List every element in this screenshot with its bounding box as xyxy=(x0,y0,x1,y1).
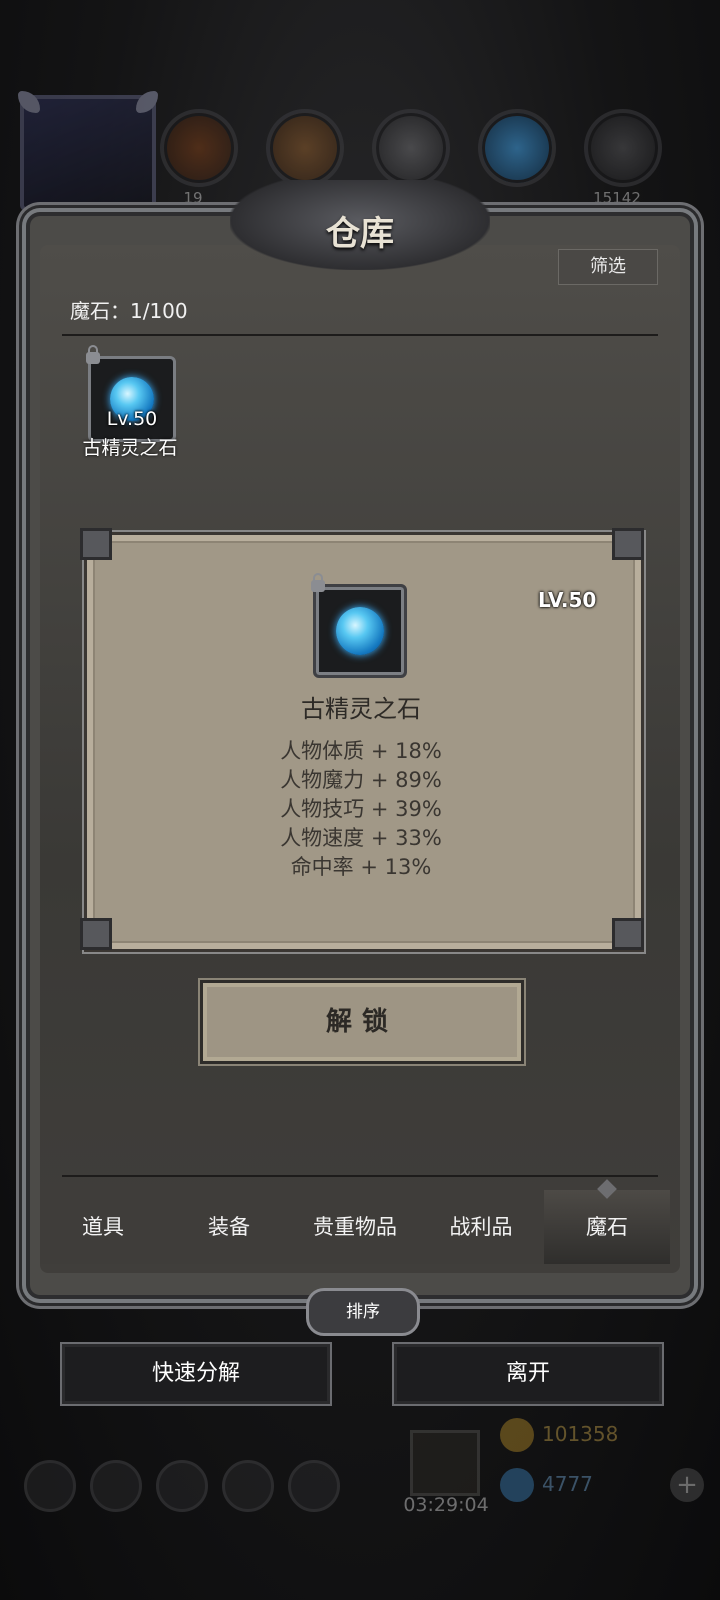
unlock-button[interactable]: 解锁 xyxy=(200,980,524,1064)
detail-item-icon xyxy=(311,573,407,678)
magic-stone-count: 魔石：1/100 xyxy=(70,299,188,323)
resource-value: 15142 xyxy=(593,189,641,207)
stat-line: 命中率 + 13% xyxy=(290,855,432,879)
settings-icon[interactable] xyxy=(24,1460,76,1512)
stat-list: 人物体质 + 18% 人物魔力 + 89% 人物技巧 + 39% 人物速度 + … xyxy=(84,737,638,882)
detail-item-name: 古精灵之石 xyxy=(301,695,421,723)
stat-line: 人物速度 + 33% xyxy=(280,826,442,850)
tab-valuables[interactable]: 贵重物品 xyxy=(292,1190,418,1264)
sort-button[interactable]: 排序 xyxy=(306,1288,420,1336)
player-portrait[interactable] xyxy=(18,91,156,211)
detail-level: LV.50 xyxy=(538,588,597,612)
stat-line: 人物技巧 + 39% xyxy=(280,797,442,821)
gem-value: 4777 xyxy=(542,1472,593,1496)
card-corner-ornament xyxy=(80,918,112,950)
card-corner-ornament xyxy=(612,528,644,560)
resource-value: 19 xyxy=(183,189,203,207)
panel-title: 仓库 xyxy=(326,214,394,254)
item-name: 古精灵之石 xyxy=(82,437,178,459)
leave-button[interactable]: 离开 xyxy=(392,1342,664,1406)
gold-coin-icon xyxy=(500,1418,534,1452)
add-currency-button[interactable]: + xyxy=(670,1468,704,1502)
filter-button[interactable]: 筛选 xyxy=(558,249,658,285)
gift-timer: 03:29:04 xyxy=(403,1494,489,1516)
plank-icon xyxy=(266,109,344,187)
magic-stone-gem-icon xyxy=(336,607,384,655)
tab-equipment[interactable]: 装备 xyxy=(166,1190,292,1264)
quick-decompose-button[interactable]: 快速分解 xyxy=(60,1342,332,1406)
gold-value: 101358 xyxy=(542,1422,619,1446)
tab-items[interactable]: 道具 xyxy=(40,1190,166,1264)
card-corner-ornament xyxy=(80,528,112,560)
tab-loot[interactable]: 战利品 xyxy=(418,1190,544,1264)
stat-line: 人物体质 + 18% xyxy=(280,739,442,763)
star-icon[interactable] xyxy=(90,1460,142,1512)
gift-icon[interactable] xyxy=(410,1430,480,1496)
crystal-shard-icon xyxy=(478,109,556,187)
box-icon[interactable] xyxy=(288,1460,340,1512)
mail-icon[interactable] xyxy=(222,1460,274,1512)
category-tabs: 道具 装备 贵重物品 战利品 魔石 xyxy=(40,1190,670,1264)
card-corner-ornament xyxy=(612,918,644,950)
divider xyxy=(62,1175,658,1177)
item-level: Lv.50 xyxy=(106,408,158,430)
iron-ingot-icon xyxy=(372,109,450,187)
divider xyxy=(62,334,658,336)
bottom-hud: 03:29:04 101358 4777 + xyxy=(0,1410,720,1520)
gem-icon xyxy=(500,1468,534,1502)
wood-log-icon xyxy=(160,109,238,187)
shield-icon[interactable] xyxy=(156,1460,208,1512)
stat-line: 人物魔力 + 89% xyxy=(280,768,442,792)
lock-icon xyxy=(86,345,100,364)
lock-icon xyxy=(311,573,325,592)
ore-icon xyxy=(584,109,662,187)
tab-magic-stones[interactable]: 魔石 xyxy=(544,1190,670,1264)
